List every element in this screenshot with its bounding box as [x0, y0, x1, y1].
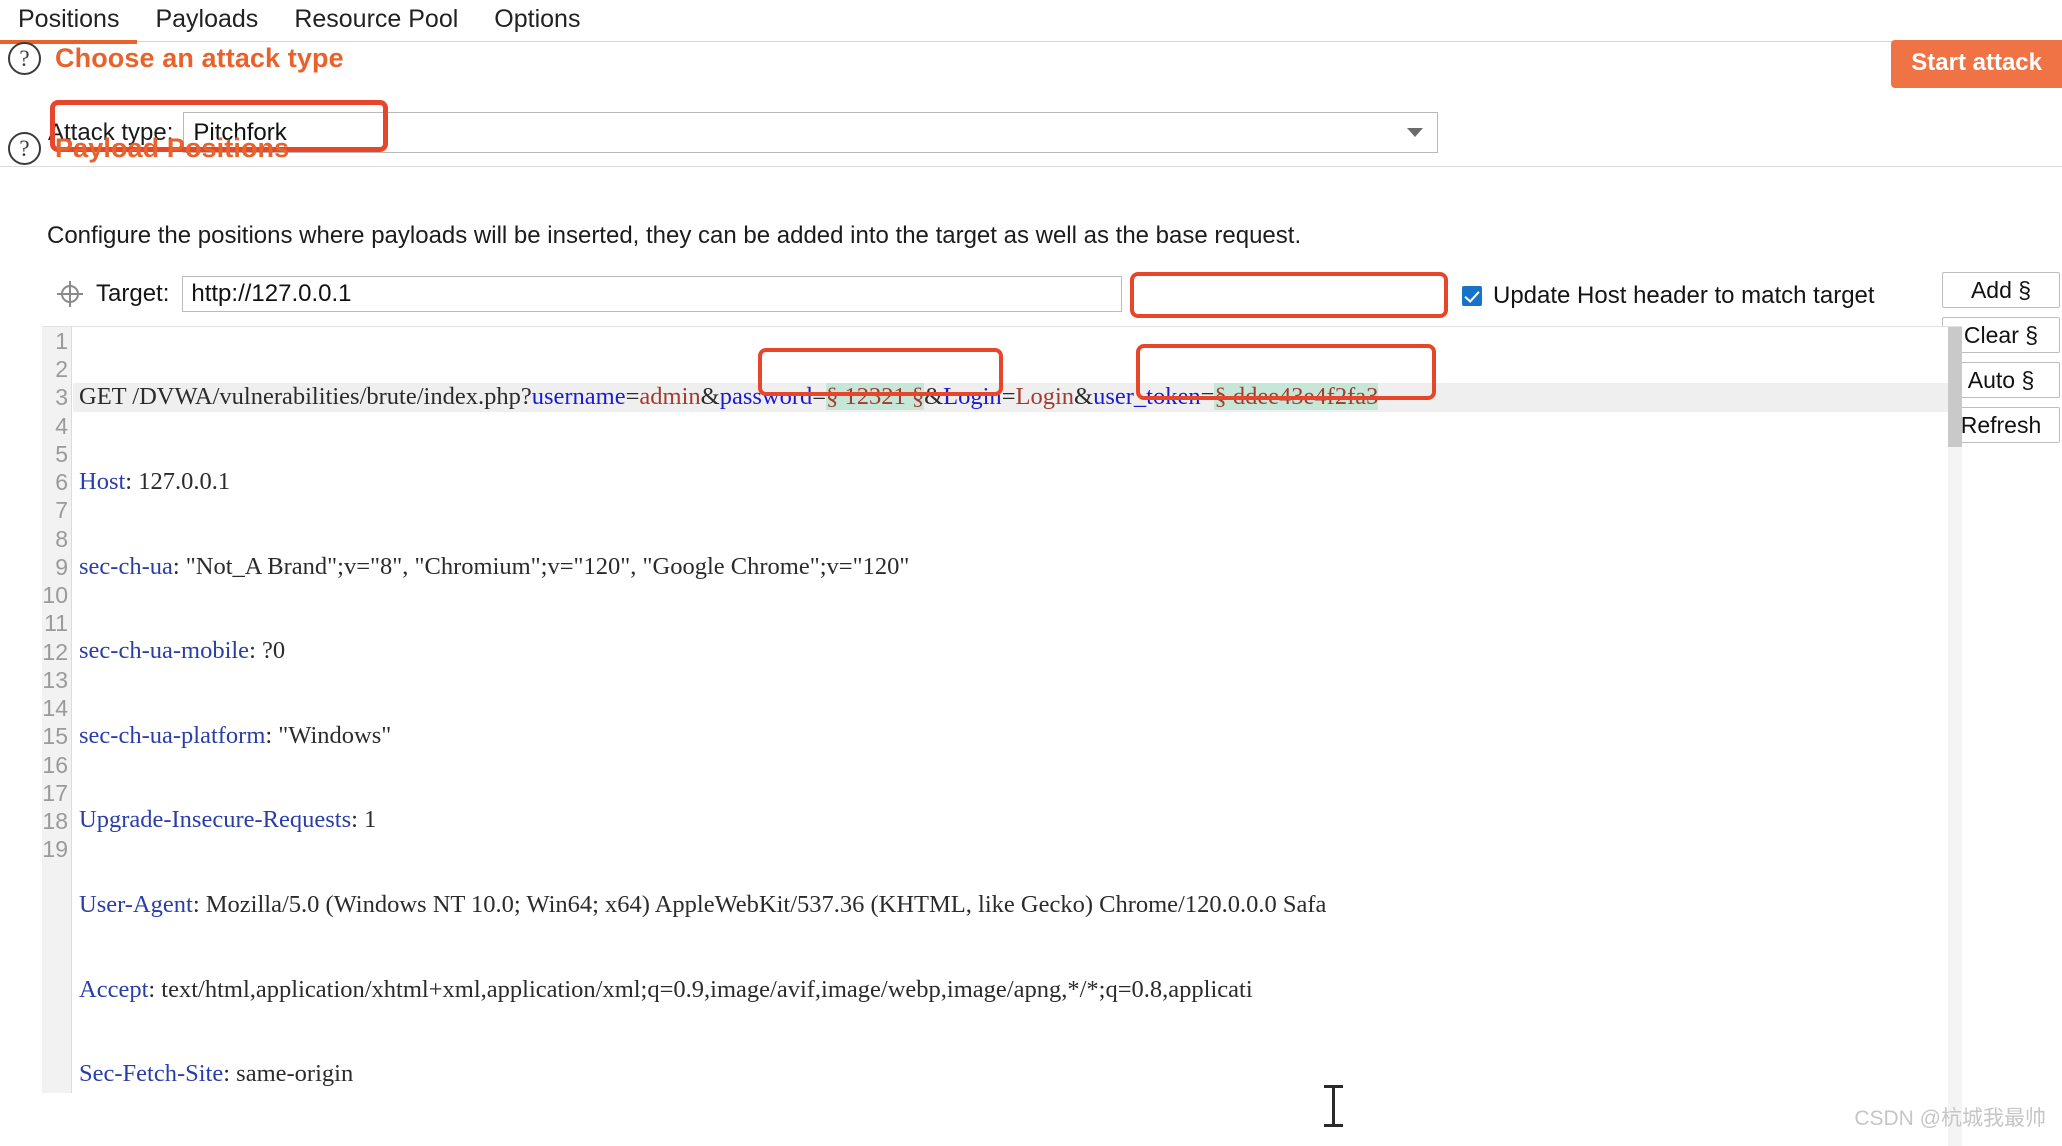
crosshair-icon	[57, 281, 83, 307]
line-number: 9	[55, 554, 68, 580]
request-line: Host: 127.0.0.1	[79, 468, 231, 495]
tab-options[interactable]: Options	[476, 0, 598, 44]
attack-type-header: ? Choose an attack type	[8, 42, 344, 75]
tab-bar: Positions Payloads Resource Pool Options	[0, 0, 2062, 44]
editor-scroll-thumb[interactable]	[1948, 327, 1962, 447]
request-line: GET /DVWA/vulnerabilities/brute/index.ph…	[73, 383, 1962, 412]
line-number: 17	[42, 780, 68, 806]
attack-type-title: Choose an attack type	[55, 43, 344, 73]
payload-positions-description: Configure the positions where payloads w…	[47, 222, 1302, 249]
line-number: 7	[55, 497, 68, 523]
tab-positions[interactable]: Positions	[0, 0, 138, 44]
tab-resource-pool[interactable]: Resource Pool	[276, 0, 476, 44]
start-attack-button[interactable]: Start attack	[1891, 40, 2062, 88]
request-line: Upgrade-Insecure-Requests: 1	[79, 806, 377, 834]
target-input[interactable]	[182, 276, 1123, 312]
editor-vertical-scrollbar[interactable]	[1948, 327, 1962, 1146]
line-number: 15	[42, 723, 68, 749]
request-line: Accept: text/html,application/xhtml+xml,…	[79, 975, 1253, 1003]
request-line: Sec-Fetch-Site: same-origin	[79, 1060, 354, 1088]
chevron-down-icon[interactable]	[1407, 127, 1423, 137]
intruder-positions-screen: Positions Payloads Resource Pool Options…	[0, 0, 2062, 1146]
line-number: 19	[42, 836, 68, 862]
line-number: 3	[55, 384, 68, 410]
editor-bottom-fill	[0, 1093, 1880, 1146]
payload-positions-header: ? Payload Positions	[8, 132, 289, 165]
update-host-highlight-annotation	[1130, 272, 1448, 318]
line-number: 18	[42, 808, 68, 834]
request-line: sec-ch-ua-mobile: ?0	[79, 637, 286, 665]
update-host-checkbox[interactable]	[1462, 286, 1482, 306]
add-marker-button[interactable]: Add §	[1942, 272, 2060, 308]
request-editor[interactable]: 1 2 3 4 5 6 7 8 9 10 11 12 13 14 15 16 1…	[42, 326, 1962, 1146]
tab-payloads[interactable]: Payloads	[137, 0, 276, 44]
target-label: Target:	[96, 280, 170, 307]
target-row: Target:	[57, 276, 1123, 312]
line-number-gutter: 1 2 3 4 5 6 7 8 9 10 11 12 13 14 15 16 1…	[42, 327, 72, 1146]
line-number: 13	[42, 667, 68, 693]
line-number: 11	[44, 610, 68, 636]
line-number: 10	[42, 582, 68, 608]
request-line: sec-ch-ua: "Not_A Brand";v="8", "Chromiu…	[79, 552, 910, 580]
watermark: CSDN @杭城我最帅	[1854, 1107, 2046, 1130]
request-code[interactable]: GET /DVWA/vulnerabilities/brute/index.ph…	[73, 327, 1962, 1146]
line-number: 6	[55, 469, 68, 495]
line-number: 16	[42, 752, 68, 778]
question-mark-icon[interactable]: ?	[8, 132, 41, 165]
update-host-header-row[interactable]: Update Host header to match target	[1462, 282, 1875, 310]
request-line: sec-ch-ua-platform: "Windows"	[79, 721, 392, 749]
line-number: 1	[55, 328, 68, 354]
line-number: 14	[42, 695, 68, 721]
update-host-label: Update Host header to match target	[1493, 282, 1875, 309]
attack-type-select[interactable]: Pitchfork	[183, 112, 1438, 153]
question-mark-icon[interactable]: ?	[8, 42, 41, 75]
line-number: 8	[55, 526, 68, 552]
line-number: 2	[55, 356, 68, 382]
payload-positions-title: Payload Positions	[55, 133, 290, 163]
line-number: 12	[42, 639, 68, 665]
line-number: 5	[55, 441, 68, 467]
line-number: 4	[55, 413, 68, 439]
request-line: User-Agent: Mozilla/5.0 (Windows NT 10.0…	[79, 890, 1327, 918]
text-cursor-icon	[1324, 1085, 1343, 1127]
